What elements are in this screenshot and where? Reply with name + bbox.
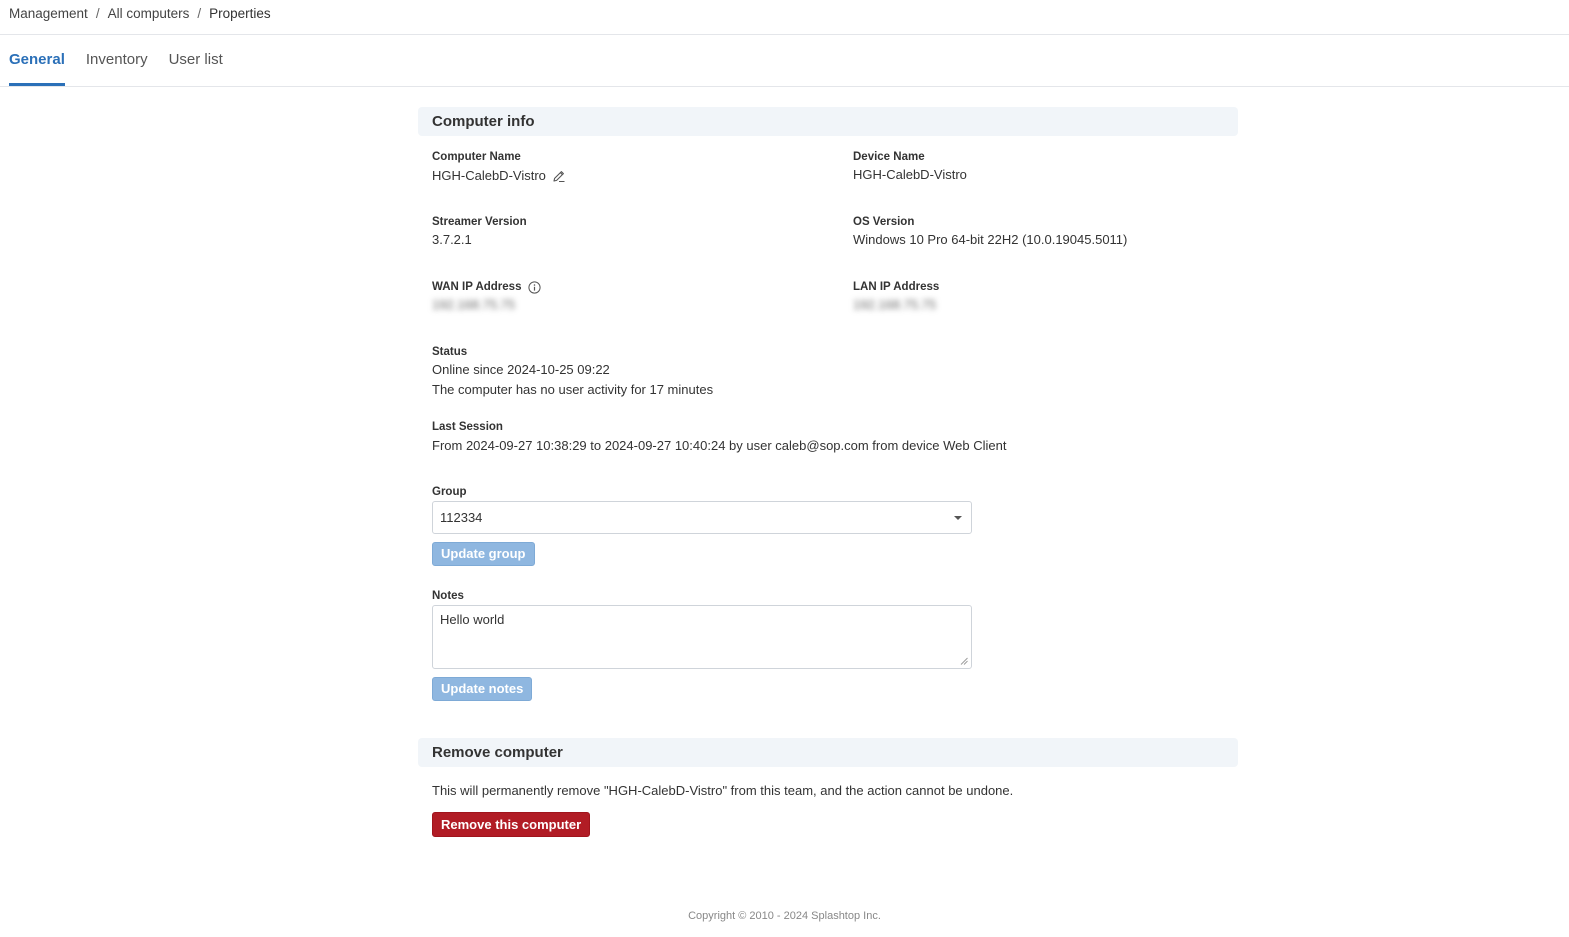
group-select-value: 112334	[440, 510, 483, 525]
footer-copyright: Copyright © 2010 - 2024 Splashtop Inc.	[688, 910, 881, 922]
device-name-label: Device Name	[853, 151, 925, 163]
status-online-since: Online since 2024-10-25 09:22	[432, 362, 610, 377]
wan-ip-label: WAN IP Address	[432, 281, 522, 293]
chevron-down-icon	[954, 516, 962, 520]
update-group-button[interactable]: Update group	[432, 542, 535, 566]
breadcrumb-all-computers[interactable]: All computers	[108, 6, 190, 21]
computer-name-field: Computer Name HGH-CalebD-Vistro	[432, 149, 566, 186]
streamer-version-field: Streamer Version 3.7.2.1	[432, 214, 527, 250]
status-label: Status	[432, 346, 468, 358]
remove-computer-button[interactable]: Remove this computer	[432, 812, 591, 837]
pencil-icon[interactable]	[552, 169, 566, 183]
computer-name-value: HGH-CalebD-Vistro	[432, 168, 546, 183]
status-field: Status Online since 2024-10-25 09:22 The…	[432, 344, 713, 400]
breadcrumb-management[interactable]: Management	[9, 6, 88, 21]
last-session-label: Last Session	[432, 421, 503, 433]
tab-inventory[interactable]: Inventory	[86, 35, 148, 86]
notes-textarea[interactable]: Hello world	[432, 605, 972, 669]
group-select[interactable]: 112334	[432, 501, 972, 534]
computer-info-section: Computer info Computer Name HGH-CalebD-V…	[418, 107, 1238, 707]
remove-computer-description: This will permanently remove "HGH-CalebD…	[432, 783, 1014, 798]
notes-label: Notes	[432, 590, 464, 602]
breadcrumb: Management / All computers / Properties	[9, 4, 271, 22]
lan-ip-value: 192.168.75.75	[853, 297, 937, 312]
tabs-divider	[0, 86, 1569, 87]
tab-user-list[interactable]: User list	[169, 35, 223, 86]
notes-value: Hello world	[440, 612, 505, 627]
lan-ip-label: LAN IP Address	[853, 281, 940, 293]
streamer-version-label: Streamer Version	[432, 216, 527, 228]
last-session-field: Last Session From 2024-09-27 10:38:29 to…	[432, 419, 1006, 456]
os-version-field: OS Version Windows 10 Pro 64-bit 22H2 (1…	[853, 214, 1127, 250]
device-name-field: Device Name HGH-CalebD-Vistro	[853, 149, 967, 185]
computer-name-label: Computer Name	[432, 151, 521, 163]
resize-grip-icon[interactable]	[960, 657, 968, 665]
os-version-value: Windows 10 Pro 64-bit 22H2 (10.0.19045.5…	[853, 232, 1128, 247]
last-session-value: From 2024-09-27 10:38:29 to 2024-09-27 1…	[432, 438, 1007, 453]
breadcrumb-separator: /	[197, 5, 202, 21]
os-version-label: OS Version	[853, 216, 915, 228]
tab-general[interactable]: General	[9, 35, 65, 86]
group-label: Group	[432, 486, 467, 498]
tab-bar: General Inventory User list	[9, 35, 244, 86]
streamer-version-value: 3.7.2.1	[432, 232, 472, 247]
remove-computer-header: Remove computer	[418, 738, 1238, 767]
info-icon[interactable]	[528, 280, 542, 294]
device-name-value: HGH-CalebD-Vistro	[853, 167, 967, 182]
lan-ip-field: LAN IP Address 192.168.75.75	[853, 279, 939, 315]
remove-computer-section: Remove computer This will permanently re…	[418, 738, 1238, 848]
status-activity: The computer has no user activity for 17…	[432, 382, 714, 397]
wan-ip-value: 192.168.75.75	[432, 297, 516, 312]
wan-ip-field: WAN IP Address 192.168.75.75	[432, 279, 542, 315]
breadcrumb-separator: /	[95, 5, 100, 21]
computer-info-header: Computer info	[418, 107, 1238, 136]
update-notes-button[interactable]: Update notes	[432, 677, 533, 701]
breadcrumb-properties: Properties	[209, 5, 271, 21]
